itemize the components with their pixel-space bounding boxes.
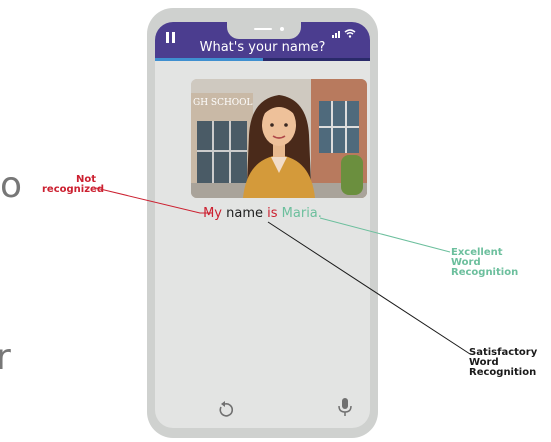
signal-icon <box>332 31 340 38</box>
word-not-recognized: My <box>203 206 222 221</box>
replay-icon[interactable] <box>217 401 233 417</box>
word-not-recognized-2: is <box>267 206 278 221</box>
partial-glyph-o: o <box>0 165 23 206</box>
spoken-sentence: My name is Maria. <box>155 206 370 221</box>
callout-not-recognized: Not recognized <box>42 175 104 195</box>
callout-satisfactory: Satisfactory Word Recognition <box>469 348 537 378</box>
speaker-slot <box>254 28 272 30</box>
question-title: What's your name? <box>199 40 326 55</box>
phone-screen: What's your name? GH SCHOOL My name is M… <box>155 22 370 428</box>
partial-glyph-r: r <box>0 337 11 378</box>
lesson-progress-fill <box>155 58 263 61</box>
word-excellent: Maria. <box>281 206 322 221</box>
callout-text: recognized <box>42 184 104 195</box>
microphone-icon[interactable] <box>338 398 352 416</box>
lesson-progress-bar <box>155 58 370 61</box>
question-header: What's your name? <box>155 22 370 60</box>
word-satisfactory: name <box>226 206 263 221</box>
callout-text: Recognition <box>451 267 519 278</box>
callout-text: Recognition <box>469 367 537 378</box>
phone-notch <box>227 22 301 39</box>
school-sign: GH SCHOOL <box>193 98 253 108</box>
camera-dot <box>280 27 284 31</box>
wifi-icon <box>344 29 356 38</box>
character-scene-image: GH SCHOOL <box>191 79 367 198</box>
phone-frame: What's your name? GH SCHOOL My name is M… <box>147 8 378 438</box>
status-icons <box>332 29 356 38</box>
callout-excellent: Excellent Word Recognition <box>451 248 518 278</box>
